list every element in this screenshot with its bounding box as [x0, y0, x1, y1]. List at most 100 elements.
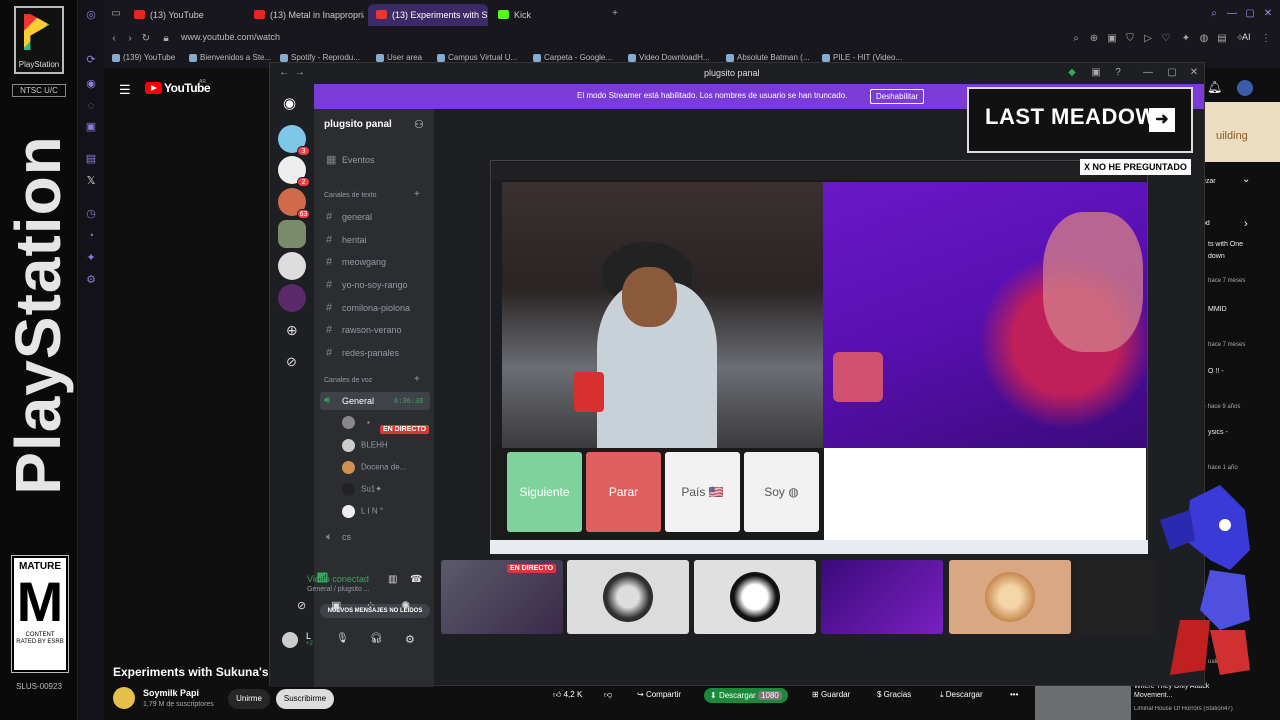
close-icon[interactable]: ✕	[1262, 8, 1274, 20]
last-meadow-banner[interactable]: LAST MEADOW ➜	[967, 87, 1193, 153]
user-avatar[interactable]	[282, 632, 298, 648]
disconnect-icon[interactable]: ☎	[410, 574, 422, 585]
avatar-icon[interactable]: ◍	[1198, 33, 1210, 45]
bookmark-item[interactable]: (139) YouTube	[112, 53, 175, 62]
voice-channels-category[interactable]: Canales de voz	[324, 377, 372, 384]
activities-icon[interactable]: ⁘	[366, 599, 375, 612]
channel-name[interactable]: Soymilk Papi	[143, 688, 199, 698]
instagram-icon[interactable]: ▣	[85, 121, 97, 133]
invite-people-icon[interactable]: ⚇	[414, 118, 424, 131]
bookmark-item[interactable]: Carpeta - Google...	[533, 53, 612, 62]
voice-user[interactable]: Su1✦	[342, 483, 382, 496]
join-button[interactable]: Unirme	[228, 689, 270, 709]
channel-redes-panales[interactable]: # redes-panales	[326, 347, 399, 359]
settings-icon[interactable]: ⚙	[85, 274, 97, 286]
player-icon[interactable]: ◷	[85, 208, 97, 220]
channel-comilona-piolona[interactable]: # comilona-piolona	[326, 302, 410, 314]
play-icon[interactable]: ▷	[1142, 33, 1154, 45]
search-tabs-icon[interactable]: ⌕	[1208, 8, 1220, 20]
microphone-icon[interactable]: 🎙︎	[336, 633, 349, 644]
bookmark-item[interactable]: PILE - HIT (Video...	[822, 53, 902, 62]
next-button[interactable]: Siguiente	[507, 452, 582, 532]
participant-tile[interactable]	[821, 560, 943, 634]
voice-user[interactable]: Docena de...	[342, 461, 406, 474]
download-button[interactable]: ⤓ Descargar	[940, 690, 983, 700]
dislike-icon[interactable]: 👎︎	[604, 690, 612, 700]
back-icon[interactable]: ‹	[108, 33, 120, 45]
participant-tile[interactable]: EN DIRECTO	[441, 560, 563, 634]
save-button[interactable]: ⊞ Guardar	[812, 690, 850, 699]
channel-avatar[interactable]	[113, 687, 135, 709]
youtube-logo[interactable]: YouTube AR	[145, 79, 211, 95]
menu-icon[interactable]: ⋮	[1260, 33, 1272, 45]
soundboard-icon[interactable]: ✺	[401, 599, 410, 612]
more-actions-icon[interactable]: •••	[1010, 690, 1018, 699]
minimize-icon[interactable]: —	[1142, 67, 1154, 79]
share-button[interactable]: ↪ Compartir	[637, 690, 681, 699]
channel-yo-no-soy-rango[interactable]: # yo-no-soy-rango	[326, 279, 408, 291]
voice-user[interactable]: L I N °	[342, 505, 383, 518]
forward-icon[interactable]: ›	[124, 33, 136, 45]
voice-user[interactable]: ▪	[342, 416, 370, 429]
explore-icon[interactable]: ⊘	[286, 354, 297, 370]
ai-label[interactable]: AI	[1242, 32, 1251, 42]
server-name[interactable]: plugsito panal	[324, 119, 392, 130]
browser-logo-icon[interactable]: ◎	[85, 9, 97, 21]
channel-hentai[interactable]: # hentai	[326, 234, 367, 246]
extensions-icon[interactable]: ✦	[85, 252, 97, 264]
bookmark-item[interactable]: Absolute Batman (...	[726, 53, 809, 62]
forward-icon[interactable]: →	[294, 67, 306, 79]
chat-pane[interactable]	[824, 448, 1146, 540]
soy-button[interactable]: Soy ◍	[744, 452, 819, 532]
noise-icon[interactable]: ▥	[388, 574, 397, 585]
server-icon[interactable]: 3	[278, 125, 310, 156]
reload-icon[interactable]: ↻	[140, 33, 152, 45]
url-input[interactable]: www.youtube.com/watch	[181, 32, 280, 42]
quality-select[interactable]: 1080	[758, 691, 782, 700]
close-icon[interactable]: ✕	[1188, 67, 1200, 79]
new-tab-icon[interactable]: +	[609, 8, 621, 20]
screen-share-icon[interactable]: ▣	[331, 599, 341, 612]
pin-icon[interactable]: ⊕	[1088, 33, 1100, 45]
maximize-icon[interactable]: ▢	[1166, 67, 1178, 79]
chevron-right-icon[interactable]: ›	[1244, 218, 1248, 230]
stop-button[interactable]: Parar	[586, 452, 661, 532]
channel-rawson-verano[interactable]: # rawson-verano	[326, 324, 402, 336]
camera-off-icon[interactable]: ⊘	[297, 599, 306, 612]
maximize-icon[interactable]: ▢	[1244, 8, 1256, 20]
voice-channel-cs[interactable]: 🔈︎ cs	[326, 531, 351, 544]
voice-channel-general[interactable]: 🔊︎ General 6:36:30	[320, 392, 430, 410]
help-icon[interactable]: ?	[1112, 67, 1124, 79]
tab-metal[interactable]: (13) Metal in Inappropriate	[246, 4, 364, 26]
sidebar-toggle-icon[interactable]: ⟳	[85, 54, 97, 66]
capture-icon[interactable]: ▣	[1106, 33, 1118, 45]
channel-meowgang[interactable]: # meowgang	[326, 256, 386, 268]
bookmark-item[interactable]: Spotify - Reprodu...	[280, 53, 360, 62]
wallet-icon[interactable]: ▤	[1216, 33, 1228, 45]
twitch-icon[interactable]: ▤	[85, 153, 97, 165]
like-button[interactable]: 👍︎ 4,2 K	[553, 690, 582, 700]
participant-tile[interactable]	[567, 560, 689, 634]
channel-general[interactable]: # general	[326, 211, 372, 223]
events-item[interactable]: ▦ Eventos	[326, 153, 375, 166]
inbox-icon[interactable]: ▣	[1090, 67, 1102, 79]
heart-icon[interactable]: ♡	[1160, 33, 1172, 45]
server-icon[interactable]: 63	[278, 188, 310, 219]
messenger-icon[interactable]: ◉	[85, 78, 97, 90]
country-button[interactable]: País 🇺🇸	[665, 452, 740, 532]
shield-icon[interactable]: ⛉	[1124, 33, 1136, 45]
add-server-icon[interactable]: ⊕	[286, 322, 298, 339]
server-icon[interactable]	[278, 252, 306, 280]
tab-experiments[interactable]: (13) Experiments with Su	[368, 4, 488, 26]
headphones-icon[interactable]: 🎧︎	[370, 633, 383, 644]
user-settings-icon[interactable]: ⚙	[405, 633, 415, 646]
subscribe-button[interactable]: Suscribirme	[276, 689, 334, 709]
bookmark-item[interactable]: Video DownloadH...	[628, 53, 710, 62]
server-icon[interactable]	[278, 284, 306, 312]
text-channels-category[interactable]: Canales de texto	[324, 192, 377, 199]
hamburger-icon[interactable]: ☰	[119, 82, 131, 98]
bookmark-item[interactable]: Bienvenidos a Ste...	[189, 53, 271, 62]
server-icon[interactable]: 2	[278, 156, 310, 187]
chevron-down-icon[interactable]: ⌄	[1242, 174, 1250, 185]
disable-streamer-button[interactable]: Deshabilitar	[870, 89, 925, 104]
